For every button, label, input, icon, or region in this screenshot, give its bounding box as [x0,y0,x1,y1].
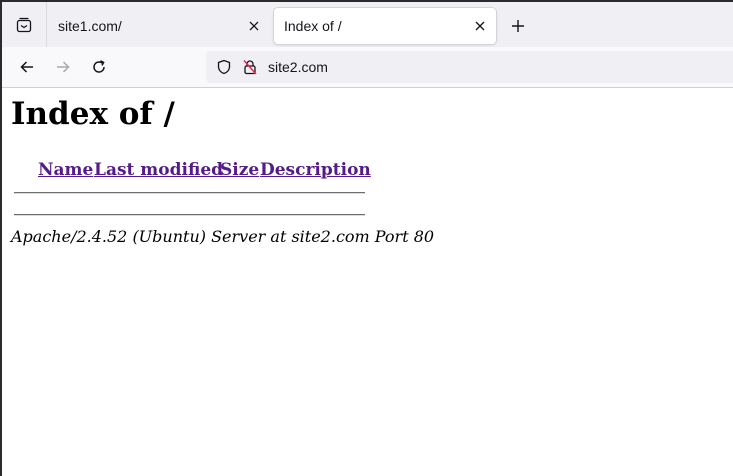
reload-button[interactable] [84,53,114,81]
server-signature: Apache/2.4.52 (Ubuntu) Server at site2.c… [11,227,435,246]
tab-list-icon [16,17,32,33]
insecure-lock-icon[interactable] [242,59,258,75]
back-arrow-icon [19,59,35,75]
shield-icon[interactable] [216,59,232,75]
url-text[interactable]: site2.com [268,59,328,75]
forward-button[interactable] [48,53,78,81]
column-header-size[interactable]: Size [220,160,259,180]
tab-site1[interactable]: site1.com/ [48,8,270,44]
tab-close-button[interactable] [244,16,264,36]
forward-arrow-icon [55,59,71,75]
column-header-last-modified[interactable]: Last modified [94,160,223,180]
tab-title: site1.com/ [58,18,122,34]
tab-index-of[interactable]: Index of / [274,8,496,44]
address-bar[interactable]: site2.com [206,51,733,83]
tab-strip: site1.com/ Index of / [2,2,733,47]
new-tab-button[interactable] [504,12,532,40]
divider [14,214,365,216]
page-title: Index of / [11,96,175,132]
column-header-description[interactable]: Description [260,160,371,180]
column-header-name[interactable]: Name [38,160,93,180]
page-content: Index of / Name Last modified Size Descr… [2,88,733,476]
list-all-tabs-button[interactable] [2,2,47,47]
reload-icon [91,59,107,75]
plus-icon [511,19,525,33]
tab-title: Index of / [284,18,342,34]
divider [14,192,365,194]
close-icon [249,21,259,31]
close-icon [475,21,485,31]
back-button[interactable] [12,53,42,81]
tab-close-button[interactable] [470,16,490,36]
navigation-toolbar: site2.com [2,47,733,88]
